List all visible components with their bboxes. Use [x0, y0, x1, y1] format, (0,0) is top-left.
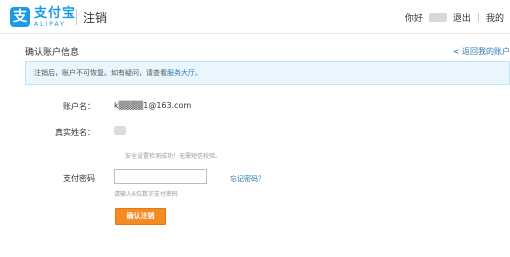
alipay-logo-icon: 支	[10, 7, 30, 27]
logout-link[interactable]: 退出	[453, 11, 471, 24]
realname-redacted	[114, 126, 126, 135]
username-redacted	[428, 13, 447, 22]
security-check-hint: 安全设置检测成功！无需短信校验。	[125, 153, 222, 160]
greeting-text: 你好	[404, 14, 423, 24]
top-nav: 你好 退出 | 我的	[404, 11, 510, 25]
forgot-password-link[interactable]: 忘记密码？	[230, 174, 265, 184]
nav-separator: |	[476, 12, 480, 23]
logo-cn: 支付宝	[34, 5, 77, 21]
realname-label: 真实姓名：	[55, 128, 95, 137]
service-hall-link[interactable]: 服务大厅。	[167, 69, 202, 77]
payment-password-input[interactable]	[114, 169, 207, 184]
logo-text: 支付宝 ALIPAY	[34, 7, 76, 28]
notice-text: 注销后，账户不可恢复。如有疑问，请查看	[34, 69, 167, 77]
password-hint: 请输入6位数字支付密码	[114, 191, 178, 198]
more-link[interactable]: 我的	[486, 11, 504, 24]
notice-banner: 注销后，账户不可恢复。如有疑问，请查看服务大厅。	[25, 61, 510, 85]
back-to-account-link[interactable]: < 返回我的账户	[453, 46, 510, 57]
page-title: 注销	[83, 11, 108, 25]
section-title: 确认账户信息	[25, 48, 80, 58]
account-label: 账户名：	[63, 102, 95, 111]
top-header: 支 支付宝 ALIPAY 注销 你好 退出 | 我的	[0, 0, 510, 34]
alipay-logo[interactable]: 支 支付宝 ALIPAY	[10, 6, 76, 28]
account-value: k▒▒▒▒1@163.com	[114, 101, 192, 110]
password-label: 支付密码	[63, 174, 95, 183]
logo-en: ALIPAY	[34, 20, 66, 28]
confirm-close-button[interactable]: 确认注销	[115, 208, 166, 225]
header-divider	[76, 9, 77, 25]
